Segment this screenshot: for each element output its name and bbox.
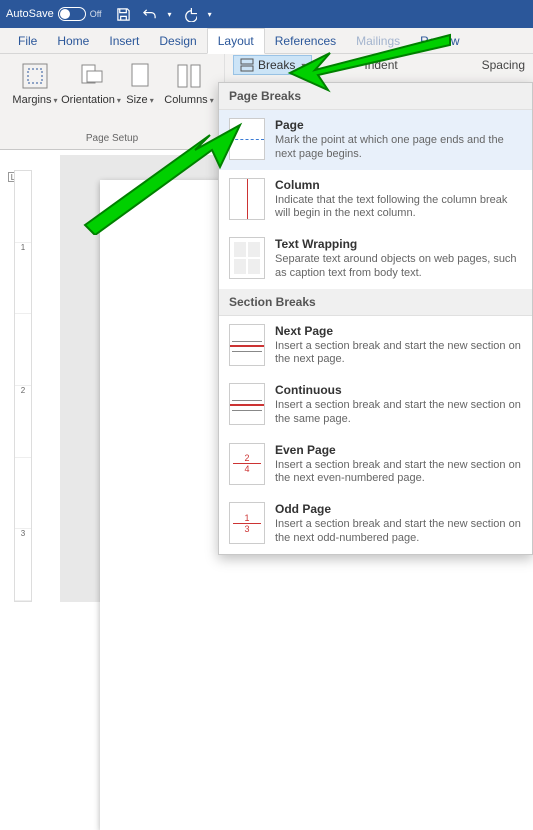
indent-label: Indent xyxy=(364,58,397,72)
dropdown-title: Next Page xyxy=(275,324,522,338)
tab-mailings[interactable]: Mailings xyxy=(346,29,410,53)
dropdown-desc: Insert a section break and start the new… xyxy=(275,459,522,487)
dropdown-desc: Insert a section break and start the new… xyxy=(275,399,522,427)
orientation-button[interactable]: Orientation▾ xyxy=(64,58,118,131)
dropdown-title: Text Wrapping xyxy=(275,237,522,251)
spacing-label: Spacing xyxy=(482,58,525,72)
page-break-icon xyxy=(229,118,265,160)
group-page-setup: Margins▾ Orientation▾ Size▾ Columns▾ Pag… xyxy=(0,54,225,149)
tab-layout[interactable]: Layout xyxy=(207,28,265,54)
text-wrap-icon xyxy=(229,237,265,279)
next-page-icon xyxy=(229,324,265,366)
dropdown-item-next-page[interactable]: Next Page Insert a section break and sta… xyxy=(219,316,532,376)
undo-caret-icon[interactable]: ▾ xyxy=(168,10,172,19)
dropdown-title: Continuous xyxy=(275,383,522,397)
vertical-ruler[interactable]: 123 xyxy=(14,170,32,602)
columns-icon xyxy=(173,60,205,92)
toggle-switch[interactable] xyxy=(58,7,86,21)
orientation-icon xyxy=(75,60,107,92)
dropdown-title: Page xyxy=(275,118,522,132)
column-break-icon xyxy=(229,178,265,220)
dropdown-item-odd-page[interactable]: 13 Odd Page Insert a section break and s… xyxy=(219,494,532,554)
even-page-icon: 24 xyxy=(229,443,265,485)
chevron-down-icon: ▾ xyxy=(301,61,305,70)
size-button[interactable]: Size▾ xyxy=(120,58,160,131)
tab-review[interactable]: Review xyxy=(410,29,469,53)
undo-icon[interactable] xyxy=(142,6,158,22)
dropdown-title: Odd Page xyxy=(275,502,522,516)
dropdown-item-even-page[interactable]: 24 Even Page Insert a section break and … xyxy=(219,435,532,495)
tab-references[interactable]: References xyxy=(265,29,346,53)
autosave-state: Off xyxy=(90,9,102,19)
section-header-section-breaks: Section Breaks xyxy=(219,289,532,316)
paragraph-row: Breaks ▾ Indent Spacing xyxy=(225,54,533,76)
ribbon-tabs: File Home Insert Design Layout Reference… xyxy=(0,28,533,54)
size-icon xyxy=(124,60,156,92)
title-bar: AutoSave Off ▾ ▾ xyxy=(0,0,533,28)
qat-customize-icon[interactable]: ▾ xyxy=(208,10,212,19)
dropdown-item-continuous[interactable]: Continuous Insert a section break and st… xyxy=(219,375,532,435)
tab-design[interactable]: Design xyxy=(149,29,206,53)
breaks-button[interactable]: Breaks ▾ xyxy=(233,55,312,75)
dropdown-desc: Indicate that the text following the col… xyxy=(275,194,522,222)
autosave-toggle[interactable]: AutoSave Off xyxy=(6,7,102,21)
section-header-page-breaks: Page Breaks xyxy=(219,83,532,110)
dropdown-item-page[interactable]: Page Mark the point at which one page en… xyxy=(219,110,532,170)
tab-home[interactable]: Home xyxy=(47,29,99,53)
odd-page-icon: 13 xyxy=(229,502,265,544)
save-icon[interactable] xyxy=(116,6,132,22)
dropdown-title: Column xyxy=(275,178,522,192)
dropdown-title: Even Page xyxy=(275,443,522,457)
columns-button[interactable]: Columns▾ xyxy=(162,58,216,131)
redo-icon[interactable] xyxy=(182,6,198,22)
dropdown-item-column[interactable]: Column Indicate that the text following … xyxy=(219,170,532,230)
breaks-icon xyxy=(240,58,254,72)
margins-button[interactable]: Margins▾ xyxy=(8,58,62,131)
tab-file[interactable]: File xyxy=(8,29,47,53)
autosave-label: AutoSave xyxy=(6,8,54,20)
tab-insert[interactable]: Insert xyxy=(99,29,149,53)
quick-access-toolbar: ▾ ▾ xyxy=(116,6,212,22)
dropdown-desc: Insert a section break and start the new… xyxy=(275,518,522,546)
dropdown-desc: Mark the point at which one page ends an… xyxy=(275,134,522,162)
breaks-dropdown: Page Breaks Page Mark the point at which… xyxy=(218,82,533,555)
group-label-page-setup: Page Setup xyxy=(86,131,138,147)
dropdown-item-text-wrapping[interactable]: Text Wrapping Separate text around objec… xyxy=(219,229,532,289)
margins-icon xyxy=(19,60,51,92)
dropdown-desc: Insert a section break and start the new… xyxy=(275,340,522,368)
continuous-icon xyxy=(229,383,265,425)
dropdown-desc: Separate text around objects on web page… xyxy=(275,253,522,281)
